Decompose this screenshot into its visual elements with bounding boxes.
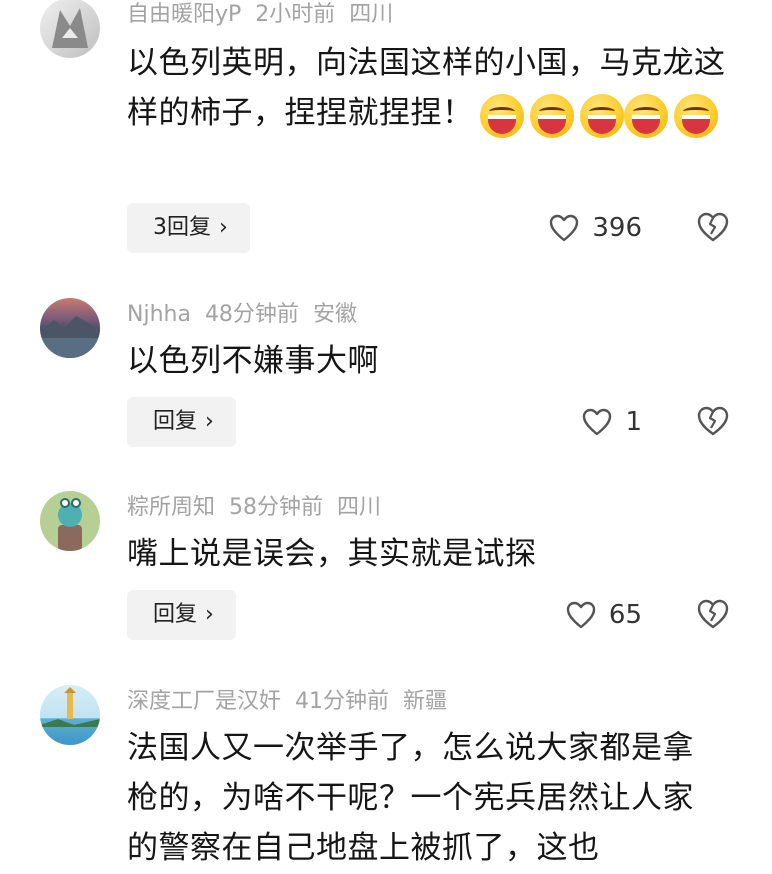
username[interactable]: 粽所周知 bbox=[127, 495, 215, 520]
like-count: 396 bbox=[592, 213, 642, 243]
like-button[interactable]: 396 bbox=[548, 208, 642, 248]
laughing-emoji-icon bbox=[579, 94, 624, 138]
location: 四川 bbox=[337, 495, 382, 520]
like-count: 1 bbox=[625, 407, 642, 437]
reply-button[interactable]: 3回复 › bbox=[127, 203, 250, 253]
like-count: 65 bbox=[608, 600, 642, 630]
comment-text: 以色列英明，向法国这样的小国，马克龙这样的柿子，捏捏就捏捏！ bbox=[127, 38, 732, 140]
location: 安徽 bbox=[312, 302, 357, 327]
comment-body: 嘴上说是误会，其实就是试探 bbox=[127, 536, 537, 572]
comment-meta: 自由暖阳yP 2小时前 四川 bbox=[127, 0, 407, 30]
avatar[interactable] bbox=[40, 0, 100, 58]
comment-meta: 深度工厂是汉奸 41分钟前 新疆 bbox=[127, 687, 461, 717]
comment-text: 嘴上说是误会，其实就是试探 bbox=[127, 529, 732, 579]
reply-label: 回复 bbox=[153, 409, 198, 434]
username[interactable]: 深度工厂是汉奸 bbox=[127, 689, 281, 714]
like-button[interactable]: 65 bbox=[565, 595, 642, 635]
heart-outline-icon bbox=[566, 601, 596, 629]
heart-outline-icon bbox=[550, 214, 579, 242]
location: 新疆 bbox=[403, 689, 448, 714]
chevron-right-icon: › bbox=[205, 602, 214, 627]
comment-text: 以色列不嫌事大啊 bbox=[127, 336, 732, 386]
reply-label: 回复 bbox=[153, 602, 198, 627]
laughing-emoji-icon bbox=[529, 94, 574, 138]
comment-meta: 粽所周知 58分钟前 四川 bbox=[127, 493, 395, 523]
avatar[interactable] bbox=[40, 491, 100, 551]
laughing-emoji-icon bbox=[673, 94, 718, 138]
timestamp: 48分钟前 bbox=[204, 302, 299, 327]
comment-meta: Njhha 48分钟前 安徽 bbox=[127, 300, 371, 330]
emoji-row bbox=[474, 90, 718, 140]
avatar[interactable] bbox=[40, 685, 100, 745]
comment-body: 以色列不嫌事大啊 bbox=[127, 343, 379, 379]
timestamp: 41分钟前 bbox=[295, 689, 390, 714]
broken-heart-icon[interactable] bbox=[696, 405, 730, 437]
broken-heart-icon[interactable] bbox=[696, 598, 730, 630]
broken-heart-icon[interactable] bbox=[696, 211, 730, 243]
chevron-right-icon: › bbox=[219, 215, 228, 240]
reply-button[interactable]: 回复 › bbox=[127, 397, 236, 447]
timestamp: 58分钟前 bbox=[229, 495, 324, 520]
laughing-emoji-icon bbox=[479, 94, 524, 138]
like-button[interactable]: 1 bbox=[581, 402, 642, 442]
laughing-emoji-icon bbox=[623, 94, 668, 138]
timestamp: 2小时前 bbox=[255, 2, 336, 27]
comment-text: 法国人又一次举手了，怎么说大家都是拿枪的，为啥不干呢？一个宪兵居然让人家的警察在… bbox=[127, 723, 724, 873]
avatar[interactable] bbox=[40, 298, 100, 358]
reply-label: 3回复 bbox=[153, 215, 211, 240]
heart-outline-icon bbox=[583, 408, 612, 436]
comment-body: 法国人又一次举手了，怎么说大家都是拿枪的，为啥不干呢？一个宪兵居然让人家的警察在… bbox=[127, 730, 694, 866]
reply-button[interactable]: 回复 › bbox=[127, 590, 236, 640]
username[interactable]: 自由暖阳yP bbox=[127, 2, 241, 27]
location: 四川 bbox=[349, 2, 394, 27]
username[interactable]: Njhha bbox=[127, 302, 191, 327]
chevron-right-icon: › bbox=[205, 409, 214, 434]
